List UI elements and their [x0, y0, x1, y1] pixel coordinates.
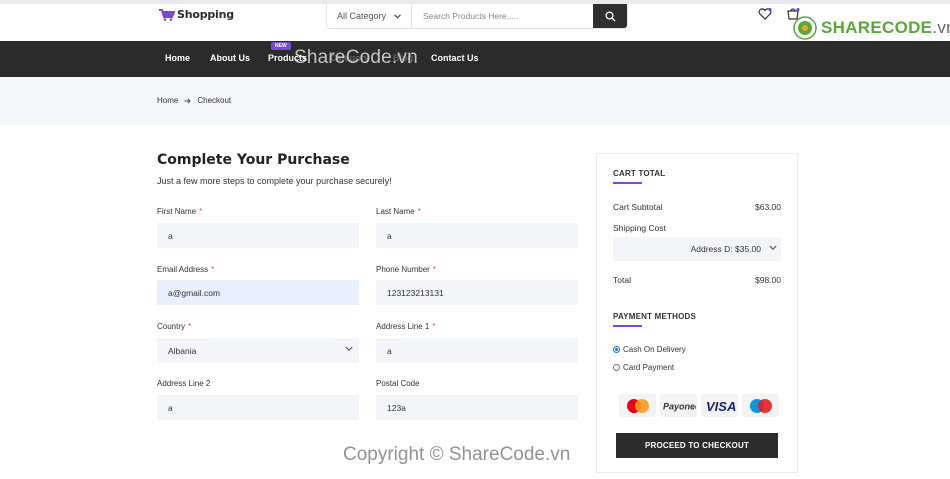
- radio-checked[interactable]: [613, 346, 620, 353]
- breadcrumb-current: Checkout: [197, 96, 232, 105]
- chevron-down-icon: [769, 245, 777, 250]
- maestro-icon: [742, 394, 779, 417]
- postal-code-label: Postal Code: [376, 379, 420, 388]
- search-input[interactable]: [412, 4, 593, 28]
- postal-code-field[interactable]: 123a: [376, 395, 578, 420]
- address1-label: Address Line 1 *: [376, 322, 436, 331]
- chevron-down-icon: [394, 13, 401, 19]
- svg-text:Payoneer: Payoneer: [663, 401, 696, 411]
- page-title: Complete Your Purchase: [157, 152, 350, 168]
- nav-item-home[interactable]: Home: [165, 53, 190, 63]
- watermark-brand: SHARECODE: [821, 18, 933, 37]
- breadcrumb-band: Home Checkout: [0, 77, 950, 125]
- address2-label: Address Line 2: [157, 379, 211, 388]
- last-name-label: Last Name *: [376, 207, 421, 216]
- watermark-tld: .vn: [932, 18, 950, 37]
- visa-icon: VISA: [701, 394, 738, 417]
- search-bar: All Category: [326, 4, 628, 29]
- category-select[interactable]: All Category: [327, 4, 412, 28]
- top-header: Shopping All Category SHARECODE.vn: [0, 0, 950, 41]
- logo-text: Shopping: [177, 8, 234, 21]
- payment-logos: Payoneer VISA: [619, 394, 779, 417]
- main-nav: Home About Us Products Category Blog Con…: [0, 41, 950, 77]
- cart-subtotal-label: Cart Subtotal: [613, 202, 663, 212]
- category-select-label: All Category: [336, 11, 387, 21]
- breadcrumb-home[interactable]: Home: [157, 96, 178, 105]
- email-field[interactable]: a@gmail.com: [157, 280, 359, 305]
- cart-total-heading: CART TOTAL: [613, 169, 666, 178]
- nav-item-contact[interactable]: Contact Us: [431, 53, 479, 63]
- watermark-logo: SHARECODE.vn: [793, 16, 950, 40]
- cart-logo-icon: [158, 8, 176, 21]
- payment-methods-heading: PAYMENT METHODS: [613, 312, 697, 321]
- arrow-right-icon: [184, 97, 191, 104]
- country-select[interactable]: Albania: [157, 338, 359, 363]
- nav-item-about[interactable]: About Us: [210, 53, 250, 63]
- search-button[interactable]: [593, 4, 627, 28]
- shipping-cost-label: Shipping Cost: [613, 223, 666, 233]
- chevron-down-icon: [345, 346, 353, 351]
- shipping-option: Address D: $35.00: [690, 244, 761, 254]
- nav-watermark: ShareCode.vn: [294, 47, 418, 68]
- total-value: $98.00: [755, 275, 781, 285]
- first-name-field[interactable]: a: [157, 223, 359, 248]
- mastercard-icon: [619, 394, 656, 417]
- cart-total-card: CART TOTAL Cart Subtotal $63.00 Shipping…: [596, 153, 798, 473]
- wishlist-icon[interactable]: [758, 7, 772, 25]
- proceed-to-checkout-button[interactable]: PROCEED TO CHECKOUT: [616, 433, 778, 458]
- phone-field[interactable]: 123123213131: [376, 280, 578, 305]
- sharecode-logo-icon: [793, 16, 817, 40]
- phone-label: Phone Number *: [376, 265, 436, 274]
- heading-underline: [613, 325, 642, 327]
- copyright-watermark: Copyright © ShareCode.vn: [343, 444, 571, 465]
- new-badge: NEW: [271, 42, 291, 50]
- country-label: Country *: [157, 322, 192, 331]
- address2-field[interactable]: a: [157, 395, 359, 420]
- svg-text:VISA: VISA: [706, 399, 736, 413]
- shipping-select[interactable]: Address D: $35.00: [613, 237, 781, 261]
- page-subtitle: Just a few more steps to complete your p…: [157, 176, 392, 186]
- breadcrumb: Home Checkout: [157, 96, 231, 105]
- email-label: Email Address *: [157, 265, 215, 274]
- total-label: Total: [613, 275, 631, 285]
- payment-option-cod[interactable]: Cash On Delivery: [613, 345, 686, 354]
- address1-field[interactable]: a: [376, 338, 578, 363]
- search-icon: [604, 10, 615, 21]
- heading-underline: [613, 182, 642, 184]
- radio-unchecked[interactable]: [613, 364, 620, 371]
- site-logo[interactable]: Shopping: [158, 8, 234, 21]
- payoneer-icon: Payoneer: [660, 394, 697, 417]
- payment-option-card[interactable]: Card Payment: [613, 363, 674, 372]
- first-name-label: First Name *: [157, 207, 203, 216]
- last-name-field[interactable]: a: [376, 223, 578, 248]
- cart-subtotal-value: $63.00: [755, 202, 781, 212]
